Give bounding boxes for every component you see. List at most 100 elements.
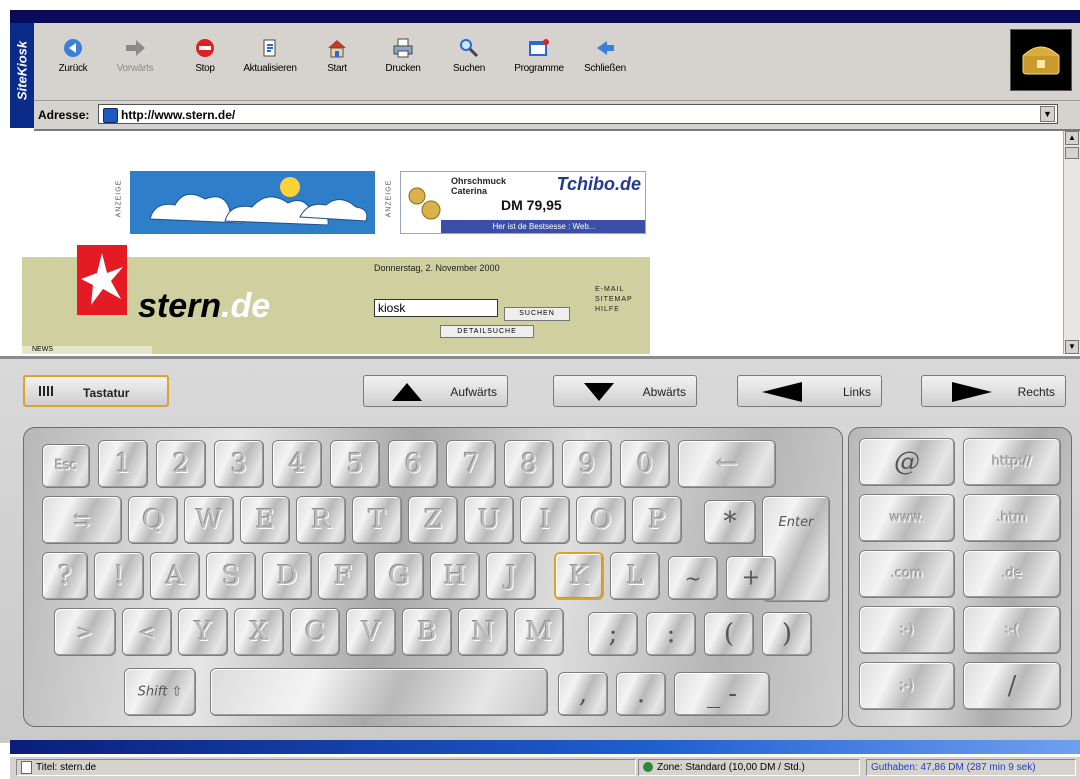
search-button[interactable]: Suchen bbox=[438, 29, 500, 89]
key-period[interactable]: . bbox=[616, 672, 666, 716]
backspace-key[interactable]: ← bbox=[678, 440, 776, 488]
key-f[interactable]: F bbox=[318, 552, 368, 600]
key-w[interactable]: W bbox=[184, 496, 234, 544]
detail-search-button[interactable]: DETAILSUCHE bbox=[440, 325, 534, 338]
key-www[interactable]: www. bbox=[859, 494, 955, 542]
space-key[interactable] bbox=[210, 668, 548, 716]
key-h[interactable]: H bbox=[430, 552, 480, 600]
scroll-thumb[interactable] bbox=[1065, 147, 1079, 159]
key-r[interactable]: R bbox=[296, 496, 346, 544]
key-close-paren[interactable]: ) bbox=[762, 612, 812, 656]
key-y[interactable]: Y bbox=[178, 608, 228, 656]
key-slash[interactable]: / bbox=[963, 662, 1061, 710]
scroll-left-nav-button[interactable]: Links bbox=[737, 375, 882, 407]
key-3[interactable]: 3 bbox=[214, 440, 264, 488]
key-de[interactable]: .de bbox=[963, 550, 1061, 598]
key-plus[interactable]: + bbox=[726, 556, 776, 600]
key-l[interactable]: L bbox=[610, 552, 660, 600]
print-button[interactable]: Drucken bbox=[372, 29, 434, 89]
key-7[interactable]: 7 bbox=[446, 440, 496, 488]
key-asterisk[interactable]: * bbox=[704, 500, 756, 544]
key-semicolon[interactable]: ; bbox=[588, 612, 638, 656]
key-p[interactable]: P bbox=[632, 496, 682, 544]
close-button[interactable]: Schließen bbox=[574, 29, 636, 89]
key-8[interactable]: 8 bbox=[504, 440, 554, 488]
key-comma[interactable]: , bbox=[558, 672, 608, 716]
home-button[interactable]: Start bbox=[306, 29, 368, 89]
key-a[interactable]: A bbox=[150, 552, 200, 600]
key-g[interactable]: G bbox=[374, 552, 424, 600]
key-question[interactable]: ? bbox=[42, 552, 88, 600]
forward-button[interactable]: Vorwärts bbox=[104, 29, 166, 89]
key-com[interactable]: .com bbox=[859, 550, 955, 598]
site-search-input[interactable]: kiosk bbox=[374, 299, 498, 317]
tab-key[interactable]: ⇆ bbox=[42, 496, 122, 544]
key-0[interactable]: 0 bbox=[620, 440, 670, 488]
key-http[interactable]: http:// bbox=[963, 438, 1061, 486]
scroll-right-nav-button[interactable]: Rechts bbox=[921, 375, 1066, 407]
key-2[interactable]: 2 bbox=[156, 440, 206, 488]
key-label: ~ bbox=[684, 566, 702, 590]
key-label: < bbox=[138, 620, 156, 644]
key-n[interactable]: N bbox=[458, 608, 508, 656]
key-smiley[interactable]: :-) bbox=[859, 606, 955, 654]
key-z[interactable]: Z bbox=[408, 496, 458, 544]
tchibo-ad-banner[interactable]: Ohrschmuck Caterina Tchibo.de DM 79,95 H… bbox=[400, 171, 646, 234]
news-tab[interactable]: NEWS bbox=[22, 346, 152, 354]
shift-key[interactable]: Shift ⇧ bbox=[124, 668, 196, 716]
key-underscore-dash[interactable]: _ - bbox=[674, 672, 770, 716]
refresh-button[interactable]: Aktualisieren bbox=[239, 29, 301, 89]
scroll-up-nav-button[interactable]: Aufwärts bbox=[363, 375, 508, 407]
stern-star-logo[interactable] bbox=[77, 245, 127, 315]
key-m[interactable]: M bbox=[514, 608, 564, 656]
key-5[interactable]: 5 bbox=[330, 440, 380, 488]
key-6[interactable]: 6 bbox=[388, 440, 438, 488]
site-search-button[interactable]: SUCHEN bbox=[504, 307, 570, 321]
key-9[interactable]: 9 bbox=[562, 440, 612, 488]
key-q[interactable]: Q bbox=[128, 496, 178, 544]
key-v[interactable]: V bbox=[346, 608, 396, 656]
weather-ad-banner[interactable] bbox=[130, 171, 375, 234]
stop-button[interactable]: Stop bbox=[174, 29, 236, 89]
key-e[interactable]: E bbox=[240, 496, 290, 544]
address-dropdown-button[interactable]: ▼ bbox=[1040, 106, 1055, 122]
key-at[interactable]: @ bbox=[859, 438, 955, 486]
key-j[interactable]: J bbox=[486, 552, 536, 600]
key-htm[interactable]: .htm bbox=[963, 494, 1061, 542]
key-i[interactable]: I bbox=[520, 496, 570, 544]
key-1[interactable]: 1 bbox=[98, 440, 148, 488]
email-link[interactable]: E-MAIL bbox=[595, 285, 633, 295]
key-open-paren[interactable]: ( bbox=[704, 612, 754, 656]
key-label: .com bbox=[891, 566, 923, 582]
scroll-up-button[interactable]: ▲ bbox=[1065, 131, 1079, 145]
key-less[interactable]: < bbox=[122, 608, 172, 656]
keyboard-toggle-button[interactable]: Tastatur bbox=[23, 375, 169, 407]
key-greater[interactable]: > bbox=[54, 608, 116, 656]
key-s[interactable]: S bbox=[206, 552, 256, 600]
key-frown[interactable]: :-( bbox=[963, 606, 1061, 654]
vertical-scrollbar[interactable]: ▲ ▼ bbox=[1063, 131, 1080, 354]
key-4[interactable]: 4 bbox=[272, 440, 322, 488]
key-colon[interactable]: : bbox=[646, 612, 696, 656]
back-button[interactable]: Zurück bbox=[42, 29, 104, 89]
key-d[interactable]: D bbox=[262, 552, 312, 600]
key-k[interactable]: K bbox=[554, 552, 604, 600]
key-esc[interactable]: Esc bbox=[42, 444, 90, 488]
programs-button[interactable]: Programme bbox=[508, 29, 570, 89]
key-o[interactable]: O bbox=[576, 496, 626, 544]
key-c[interactable]: C bbox=[290, 608, 340, 656]
scroll-down-button[interactable]: ▼ bbox=[1065, 340, 1079, 354]
sitemap-link[interactable]: SITEMAP bbox=[595, 295, 633, 305]
help-link[interactable]: HILFE bbox=[595, 305, 633, 315]
key-wink[interactable]: ;-) bbox=[859, 662, 955, 710]
key-tilde[interactable]: ~ bbox=[668, 556, 718, 600]
key-x[interactable]: X bbox=[234, 608, 284, 656]
key-t[interactable]: T bbox=[352, 496, 402, 544]
key-exclamation[interactable]: ! bbox=[94, 552, 144, 600]
key-b[interactable]: B bbox=[402, 608, 452, 656]
key-u[interactable]: U bbox=[464, 496, 514, 544]
scroll-down-nav-button[interactable]: Abwärts bbox=[553, 375, 697, 407]
address-input[interactable]: http://www.stern.de/ ▼ bbox=[98, 104, 1058, 124]
key-label: 4 bbox=[288, 449, 306, 479]
scroll-right-label: Rechts bbox=[1017, 385, 1055, 399]
